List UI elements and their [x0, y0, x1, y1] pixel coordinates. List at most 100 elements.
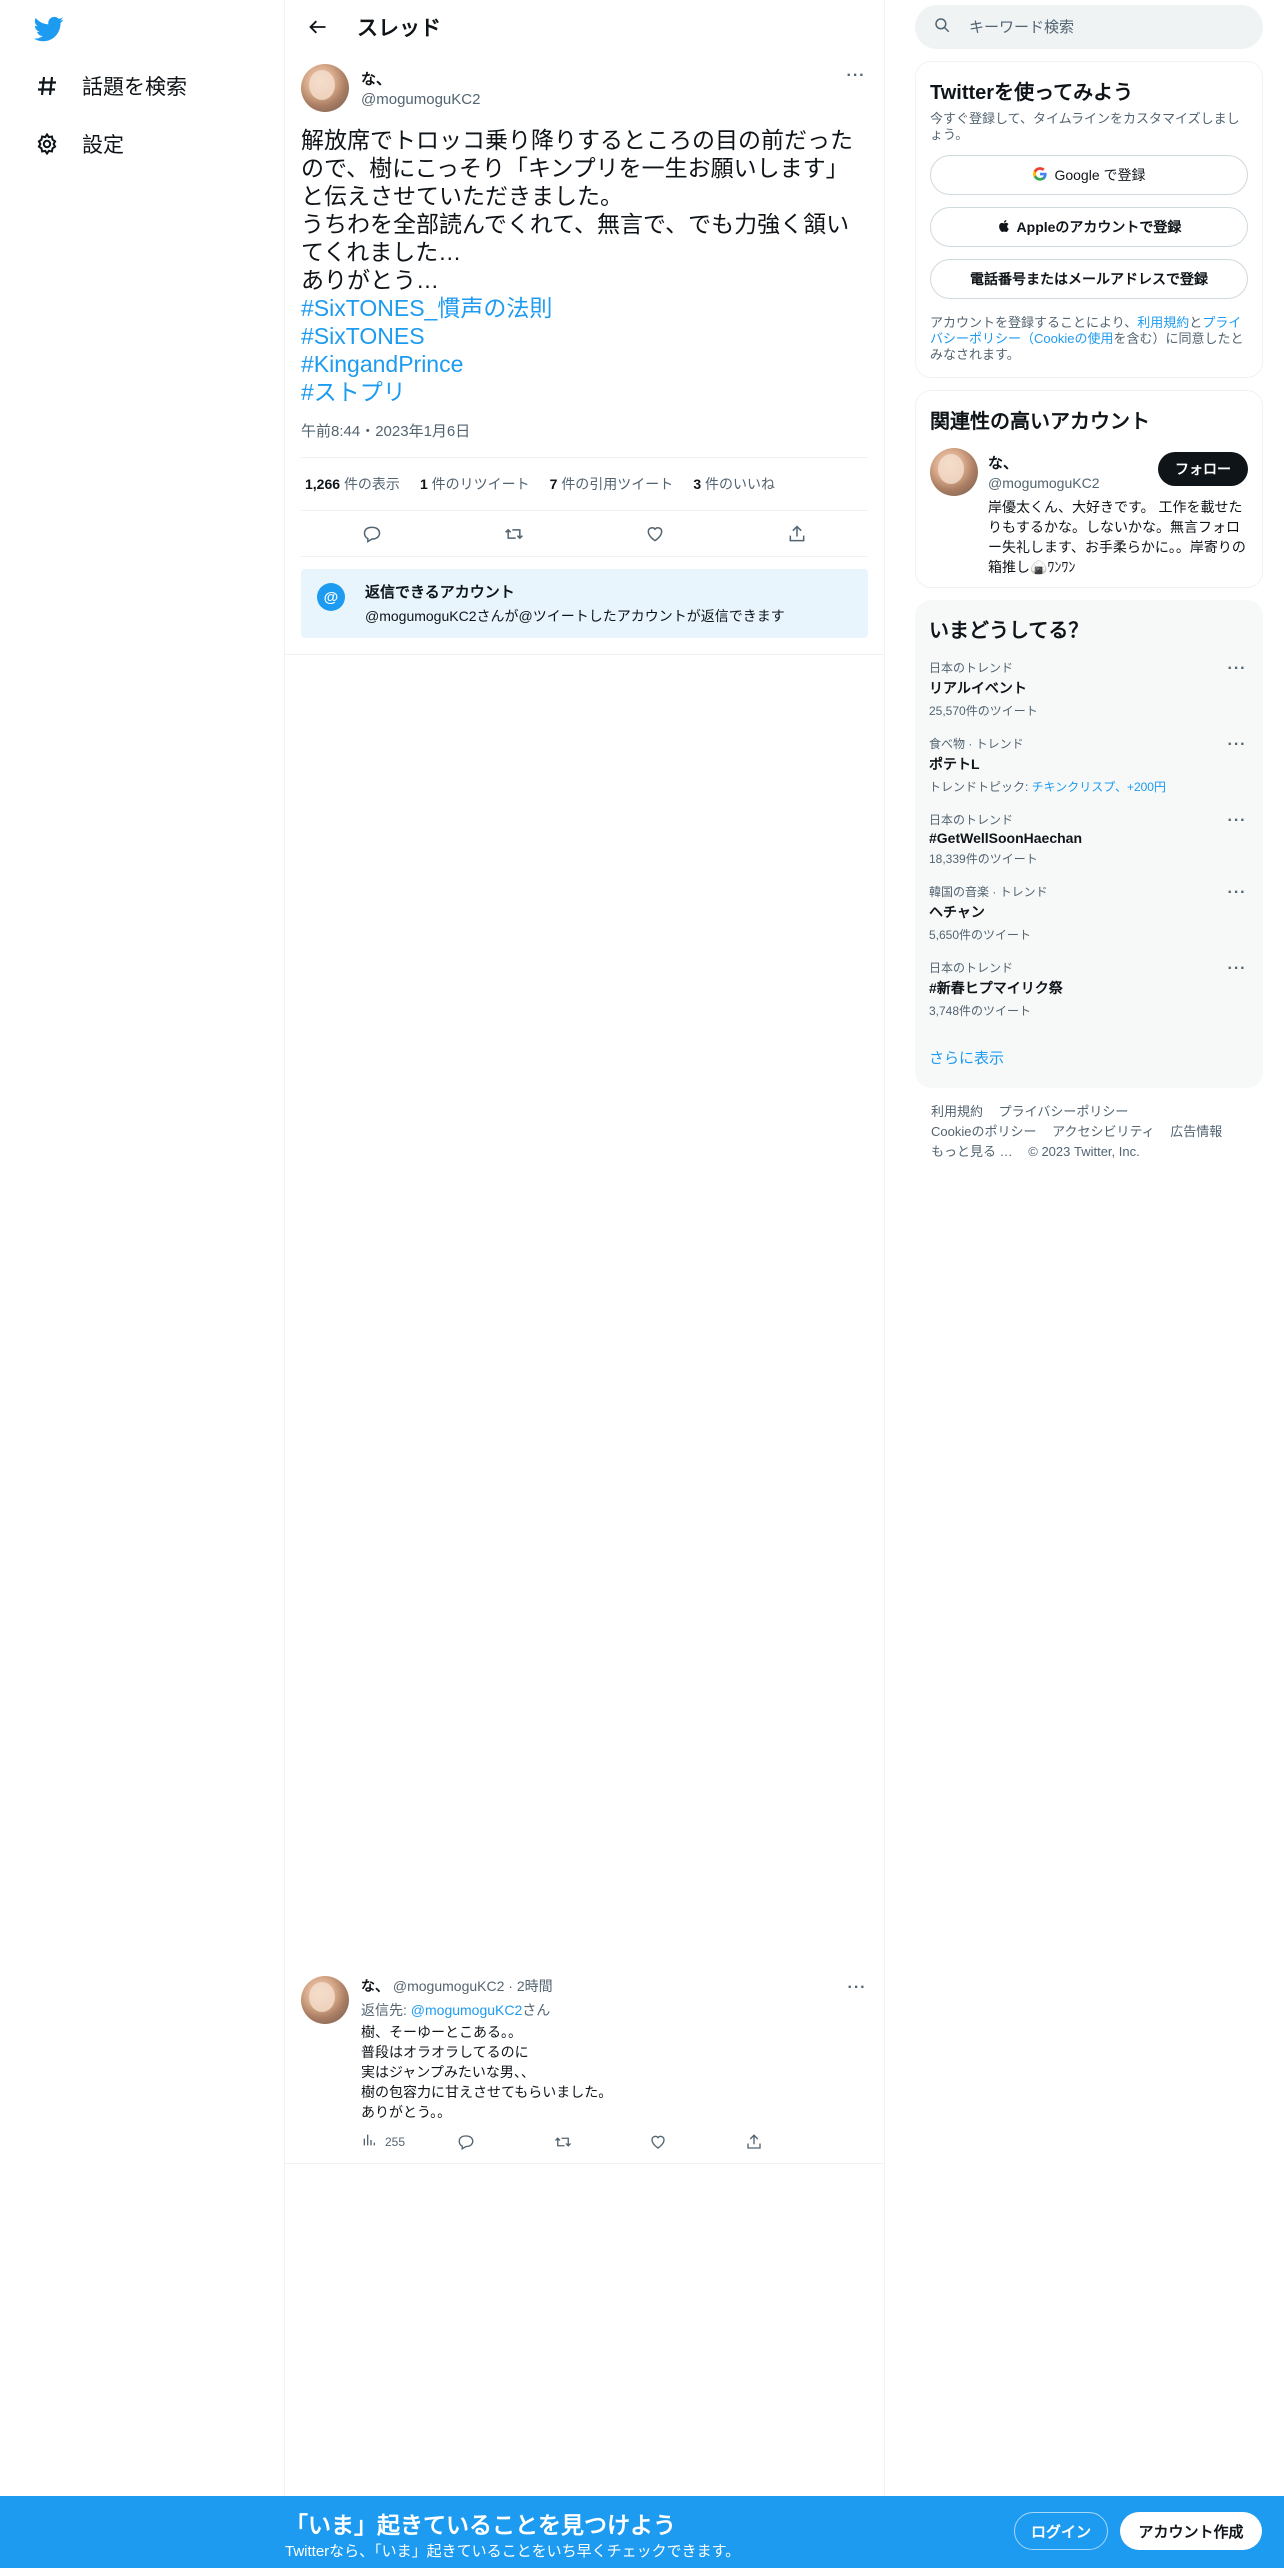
likes-count: 3 [693, 476, 702, 492]
analytics-icon [361, 2132, 377, 2151]
trend-topic-link[interactable]: チキンクリスプ、+200円 [1032, 780, 1166, 794]
phone-email-signup-button[interactable]: 電話番号またはメールアドレスで登録 [930, 259, 1248, 299]
more-options-icon[interactable]: ··· [1225, 959, 1249, 979]
like-icon[interactable] [649, 2133, 745, 2151]
retweet-icon[interactable] [497, 517, 531, 551]
search-input[interactable] [969, 18, 1219, 36]
avatar[interactable] [301, 1976, 349, 2024]
trend-topic-prefix: トレンドトピック: [929, 780, 1032, 794]
reply-icon[interactable] [355, 517, 389, 551]
back-arrow-icon[interactable] [301, 10, 335, 44]
trend-item[interactable]: 日本のトレンド #GetWellSoonHaechan 18,339件のツイート… [929, 811, 1249, 867]
related-bio: 岸優太くん、大好きです。 工作を載せたりもするかな。しないかな。無言フォロー失礼… [988, 499, 1246, 575]
footer-links: 利用規約 プライバシーポリシー Cookieのポリシー アクセシビリティ 広告情… [915, 1102, 1263, 1162]
hashtag-link[interactable]: #KingandPrince [301, 350, 868, 378]
legal-prefix: アカウントを登録することにより、 [930, 315, 1138, 330]
mention-icon: @ [317, 583, 345, 611]
hashtag-link[interactable]: #ストプリ [301, 378, 868, 406]
avatar[interactable] [301, 64, 349, 112]
footer-accessibility-link[interactable]: アクセシビリティ [1052, 1124, 1155, 1139]
related-account[interactable]: な、 @mogumoguKC2 岸優太くん、大好きです。 工作を載せたりもするか… [930, 448, 1248, 577]
avatar[interactable] [930, 448, 978, 496]
views-button[interactable]: 255 [361, 2132, 457, 2151]
footer-ads-link[interactable]: 広告情報 [1170, 1124, 1222, 1139]
reply-to-handle[interactable]: @mogumoguKC2 [411, 2002, 523, 2018]
footer-more-link[interactable]: もっと見る … [931, 1144, 1013, 1159]
nav-label-settings: 設定 [82, 134, 124, 157]
trend-item[interactable]: 日本のトレンド リアルイベント 25,570件のツイート ··· [929, 659, 1249, 719]
reply-icon[interactable] [457, 2133, 553, 2151]
reply-author-name[interactable]: な、 [361, 1978, 389, 1994]
likes-label: 件のいいね [705, 476, 775, 492]
reply-to-label: 返信先: [361, 2002, 407, 2018]
reply-restriction-notice: @ 返信できるアカウント @mogumoguKC2さんが@ツイートしたアカウント… [301, 569, 868, 638]
tweet-stats: 1,266 件の表示 1 件のリツイート 7 件の引用ツイート 3 件のいいね [301, 458, 868, 511]
nav-item-settings[interactable]: 設定 [34, 124, 124, 164]
tweet-timestamp[interactable]: 午前8:44・2023年1月6日 [301, 420, 868, 458]
more-options-icon[interactable]: ··· [1225, 883, 1249, 903]
left-nav: 話題を検索 設定 [0, 0, 285, 2496]
footer-cookies-link[interactable]: Cookieのポリシー [931, 1124, 1036, 1139]
trend-count: 18,339件のツイート [929, 852, 1038, 866]
footer-copyright: © 2023 Twitter, Inc. [1028, 1144, 1140, 1159]
tweet-author-name[interactable]: な、 [361, 68, 480, 89]
main-tweet: な、 @mogumoguKC2 ··· 解放席でトロッコ乗り降りするところの目の… [285, 54, 884, 638]
quotes-stat[interactable]: 7 件の引用ツイート [550, 474, 674, 494]
more-options-icon[interactable]: ··· [1225, 735, 1249, 755]
follow-button[interactable]: フォロー [1158, 452, 1248, 486]
twitter-bird-icon[interactable] [32, 14, 66, 44]
reply-to-suffix: さん [522, 2002, 551, 2018]
trend-context: 日本のトレンド [929, 813, 1014, 827]
signup-subtitle: 今すぐ登録して、タイムラインをカスタマイズしましょう。 [930, 111, 1240, 142]
retweets-stat[interactable]: 1 件のリツイート [420, 474, 530, 494]
divider [285, 654, 884, 655]
footer-privacy-link[interactable]: プライバシーポリシー [999, 1104, 1129, 1119]
google-signup-label: Google で登録 [1054, 167, 1146, 183]
terms-link[interactable]: 利用規約 [1137, 315, 1189, 330]
more-options-icon[interactable]: ··· [845, 1978, 869, 1998]
trend-item[interactable]: 食べ物 · トレンド ポテトL トレンドトピック: チキンクリスプ、+200円 … [929, 735, 1249, 795]
footer-terms-link[interactable]: 利用規約 [931, 1104, 983, 1119]
share-icon[interactable] [780, 517, 814, 551]
trend-name: #新春ヒプマイリク祭 [929, 980, 1063, 996]
trend-item[interactable]: 韓国の音楽 · トレンド ヘチャン 5,650件のツイート ··· [929, 883, 1249, 943]
reply-views-count: 255 [385, 2134, 406, 2149]
bottom-bar-subtitle: Twitterなら、「いま」起きていることをいち早くチェックできます。 [285, 2543, 741, 2560]
google-signup-button[interactable]: Google で登録 [930, 155, 1248, 195]
trends-title: いまどうしてる？ [929, 620, 1089, 642]
gear-icon [34, 131, 60, 157]
like-icon[interactable] [638, 517, 672, 551]
apple-signup-label: Appleのアカウントで登録 [1016, 219, 1182, 235]
hashtag-icon [34, 73, 60, 99]
trend-item[interactable]: 日本のトレンド #新春ヒプマイリク祭 3,748件のツイート ··· [929, 959, 1249, 1019]
trend-name: リアルイベント [929, 680, 1027, 696]
nav-item-explore[interactable]: 話題を検索 [34, 66, 187, 106]
reply-time[interactable]: 2時間 [517, 1978, 553, 1994]
reply-tweet[interactable]: ··· な、 @mogumoguKC2 · 2時間 返信先: @mogumogu… [285, 1964, 885, 2164]
more-options-icon[interactable]: ··· [1225, 811, 1249, 831]
bottom-signup-bar: 「いま」起きていることを見つけよう Twitterなら、「いま」起きていることを… [0, 2496, 1284, 2568]
reply-tweet-text: 樹、そーゆーとこある。。 普段はオラオラしてるのに 実はジャンプみたいな男、、 … [361, 2024, 613, 2120]
tweet-author-handle[interactable]: @mogumoguKC2 [361, 91, 480, 108]
more-options-icon[interactable]: ··· [844, 66, 868, 86]
bottom-bar-title: 「いま」起きていることを見つけよう [285, 2512, 676, 2538]
retweets-label: 件のリツイート [431, 476, 530, 492]
share-icon[interactable] [745, 2133, 841, 2151]
reply-to-line: 返信先: @mogumoguKC2さん [361, 2000, 869, 2020]
reply-author-handle[interactable]: @mogumoguKC2 [393, 1978, 505, 1994]
apple-signup-button[interactable]: Appleのアカウントで登録 [930, 207, 1248, 247]
tweet-actions [301, 511, 868, 557]
reply-tweet-actions: 255 [361, 2132, 869, 2151]
hashtag-link[interactable]: #SixTONES [301, 322, 868, 350]
hashtag-link[interactable]: #SixTONES_慣声の法則 [301, 294, 868, 322]
main-column: スレッド な、 @mogumoguKC2 ··· 解放席でトロッコ乗り降りすると… [285, 0, 885, 2496]
retweet-icon[interactable] [553, 2133, 649, 2151]
signup-button[interactable]: アカウント作成 [1120, 2512, 1262, 2550]
show-more-link[interactable]: さらに表示 [929, 1047, 1249, 1068]
likes-stat[interactable]: 3 件のいいね [693, 474, 775, 494]
more-options-icon[interactable]: ··· [1225, 659, 1249, 679]
login-button[interactable]: ログイン [1014, 2512, 1108, 2550]
trend-context: 韓国の音楽 · トレンド [929, 885, 1048, 899]
search-box[interactable] [915, 5, 1263, 49]
legal-mid: と [1189, 315, 1203, 330]
